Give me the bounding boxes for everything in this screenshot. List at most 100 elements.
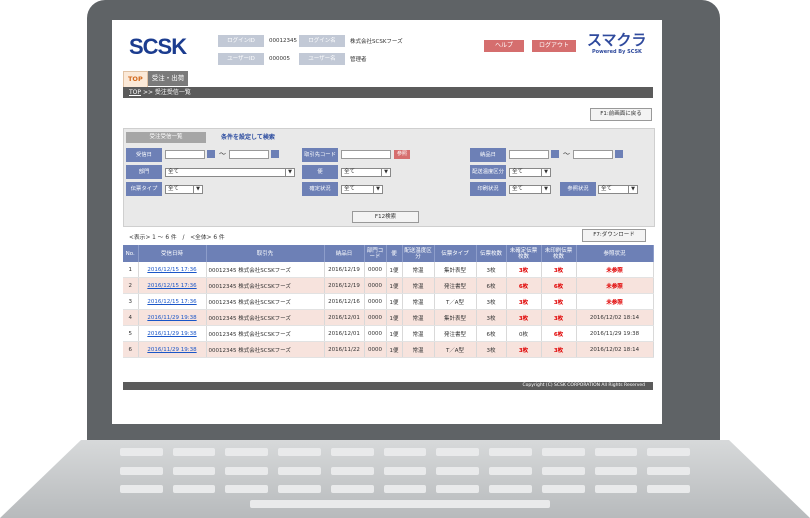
cell-delivery-date: 2016/12/19 (324, 277, 365, 294)
back-button[interactable]: F1:前画面に戻る (590, 108, 652, 121)
cell-unprinted: 6枚 (541, 277, 577, 294)
cell-slip-count: 3枚 (476, 309, 507, 326)
results-table: No. 受信日時 取引先 納品日 部門コード 便 配送温度区分 伝票タイプ 伝票… (123, 245, 654, 358)
user-name-value: 管理者 (350, 57, 367, 63)
partner-code-input[interactable] (341, 150, 391, 159)
calendar-icon[interactable] (207, 150, 215, 158)
tab-orders-shipping[interactable]: 受注・出荷 (147, 71, 189, 86)
cell-slip-count: 6枚 (476, 277, 507, 294)
breadcrumb-current: 受注受信一覧 (154, 89, 191, 96)
cell-temp: 常温 (402, 309, 435, 326)
cell-temp: 常温 (402, 293, 435, 310)
recv-date-from-input[interactable] (165, 150, 205, 159)
bin-select[interactable]: 全て ▼ (341, 168, 391, 177)
download-button[interactable]: F7:ダウンロード (582, 229, 646, 242)
chevron-down-icon: ▼ (373, 186, 382, 193)
temp-label: 配送温度区分 (470, 165, 506, 179)
ref-status-value: 全て (601, 186, 613, 192)
sumacura-subtitle: Powered By SCSK (592, 49, 642, 55)
cell-dept-code: 0000 (364, 277, 387, 294)
tab-order-list[interactable]: 受注受信一覧 (126, 132, 206, 143)
cell-partner: 00012345 株式会社SCSKフーズ (206, 262, 325, 278)
breadcrumb-top-link[interactable]: TOP (129, 89, 141, 96)
col-ref-status: 参照状況 (576, 245, 654, 262)
cell-unconfirmed: 3枚 (506, 293, 542, 310)
recv-datetime-link[interactable]: 2016/11/29 19:38 (138, 309, 207, 326)
cell-dept-code: 0000 (364, 341, 387, 358)
recv-datetime-link[interactable]: 2016/11/29 19:38 (138, 341, 207, 358)
help-button[interactable]: ヘルプ (484, 40, 524, 52)
dept-select[interactable]: 全て ▼ (165, 168, 295, 177)
tab-top[interactable]: TOP (123, 71, 148, 87)
cell-no: 4 (123, 309, 139, 326)
calendar-icon[interactable] (551, 150, 559, 158)
recv-datetime-link[interactable]: 2016/12/15 17:36 (138, 262, 207, 278)
scsk-logo: SCSK (129, 34, 187, 59)
cell-delivery-date: 2016/12/01 (324, 325, 365, 342)
recv-date-label: 受信日 (126, 148, 162, 162)
cell-no: 1 (123, 262, 139, 278)
recv-date-to-input[interactable] (229, 150, 269, 159)
login-id-label: ログインID (218, 35, 264, 47)
cell-dept-code: 0000 (364, 325, 387, 342)
cell-no: 6 (123, 341, 139, 358)
cell-no: 5 (123, 325, 139, 342)
col-slip-type: 伝票タイプ (434, 245, 477, 262)
cell-dept-code: 0000 (364, 309, 387, 326)
delivery-date-from-input[interactable] (509, 150, 549, 159)
dept-value: 全て (168, 169, 180, 175)
date-range-tilde: ～ (563, 150, 570, 158)
table-row: 5 2016/11/29 19:38 00012345 株式会社SCSKフーズ … (123, 325, 654, 342)
user-id-value: 000005 (269, 56, 290, 62)
calendar-icon[interactable] (615, 150, 623, 158)
confirm-value: 全て (344, 186, 356, 192)
tab-search-conditions[interactable]: 条件を設定して検索 (221, 132, 275, 143)
partner-ref-button[interactable]: 参照 (394, 150, 410, 159)
cell-partner: 00012345 株式会社SCSKフーズ (206, 293, 325, 310)
cell-ref-status: 未参照 (576, 293, 654, 310)
cell-bin: 1便 (386, 309, 403, 326)
search-panel: 受注受信一覧 条件を設定して検索 受信日 ～ 取引先コード 参照 納品日 ～ 部… (123, 128, 655, 227)
date-range-tilde: ～ (219, 150, 226, 158)
recv-datetime-link[interactable]: 2016/12/15 17:36 (138, 277, 207, 294)
col-unconfirmed: 未確定伝票枚数 (506, 245, 542, 262)
print-label: 印刷状況 (470, 182, 506, 196)
chevron-down-icon: ▼ (541, 186, 550, 193)
table-row: 6 2016/11/29 19:38 00012345 株式会社SCSKフーズ … (123, 341, 654, 358)
delivery-date-to-input[interactable] (573, 150, 613, 159)
slip-type-value: 全て (168, 186, 180, 192)
cell-unprinted: 6枚 (541, 325, 577, 342)
logout-button[interactable]: ログアウト (532, 40, 576, 52)
table-row: 2 2016/12/15 17:36 00012345 株式会社SCSKフーズ … (123, 277, 654, 294)
recv-datetime-link[interactable]: 2016/11/29 19:38 (138, 325, 207, 342)
breadcrumb: TOP >> 受注受信一覧 (123, 87, 653, 98)
confirm-select[interactable]: 全て ▼ (341, 185, 383, 194)
cell-bin: 1便 (386, 262, 403, 278)
recv-datetime-link[interactable]: 2016/12/15 17:36 (138, 293, 207, 310)
col-slip-count: 伝票枚数 (476, 245, 507, 262)
cell-temp: 常温 (402, 262, 435, 278)
ref-status-select[interactable]: 全て ▼ (598, 185, 638, 194)
chevron-down-icon: ▼ (193, 186, 202, 193)
cell-partner: 00012345 株式会社SCSKフーズ (206, 309, 325, 326)
login-name-label: ログイン名 (299, 35, 345, 47)
calendar-icon[interactable] (271, 150, 279, 158)
col-dept-code: 部門コード (364, 245, 387, 262)
cell-bin: 1便 (386, 293, 403, 310)
col-unprinted: 未印刷伝票枚数 (541, 245, 577, 262)
cell-slip-count: 3枚 (476, 293, 507, 310)
temp-select[interactable]: 全て ▼ (509, 168, 551, 177)
cell-unconfirmed: 6枚 (506, 277, 542, 294)
print-select[interactable]: 全て ▼ (509, 185, 551, 194)
col-no: No. (123, 245, 139, 262)
table-row: 4 2016/11/29 19:38 00012345 株式会社SCSKフーズ … (123, 309, 654, 326)
delivery-date-label: 納品日 (470, 148, 506, 162)
breadcrumb-separator: >> (142, 89, 153, 96)
search-button[interactable]: F12検索 (352, 211, 419, 223)
cell-bin: 1便 (386, 325, 403, 342)
chevron-down-icon: ▼ (381, 169, 390, 176)
cell-unconfirmed: 3枚 (506, 309, 542, 326)
cell-unconfirmed: 3枚 (506, 341, 542, 358)
slip-type-select[interactable]: 全て ▼ (165, 185, 203, 194)
cell-ref-status: 未参照 (576, 277, 654, 294)
